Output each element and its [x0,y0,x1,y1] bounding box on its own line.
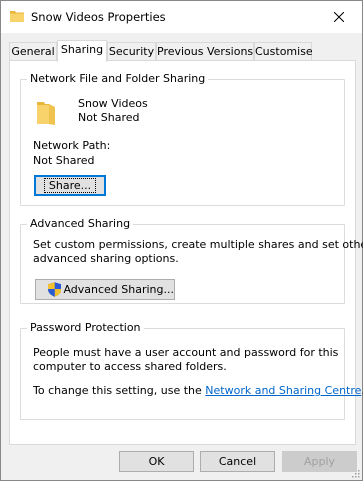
ok-button[interactable]: OK [119,451,194,472]
share-button-label: Share... [43,178,97,193]
group-label: Advanced Sharing [27,217,134,230]
advanced-description-2: advanced sharing options. [33,252,179,265]
advanced-sharing-label: Advanced Sharing... [63,283,174,296]
cancel-label: Cancel [218,455,257,468]
tab-label: Previous Versions [157,45,254,58]
change-setting-text: To change this setting, use the Network … [33,384,363,397]
window-title: Snow Videos Properties [31,10,166,24]
tab-sharing[interactable]: Sharing [57,40,107,62]
properties-dialog: Snow Videos Properties General Sharing S… [0,0,363,481]
title-bar[interactable]: Snow Videos Properties [1,1,362,33]
share-button[interactable]: Share... [34,175,106,196]
advanced-sharing-button[interactable]: Advanced Sharing... [35,279,175,300]
advanced-description-1: Set custom permissions, create multiple … [33,238,363,251]
shield-icon [48,282,62,297]
folder-icon [37,102,55,125]
network-sharing-centre-link[interactable]: Network and Sharing Centre [205,384,361,397]
advanced-sharing-group: Advanced Sharing Set custom permissions,… [20,217,363,304]
tab-strip: General Sharing Security Previous Versio… [9,40,354,62]
cancel-button[interactable]: Cancel [200,451,275,472]
ok-label: OK [148,455,165,468]
tab-customise[interactable]: Customise [254,42,313,61]
tab-general[interactable]: General [9,42,57,61]
tab-label: Sharing [60,43,104,56]
close-icon [334,12,344,22]
apply-label: Apply [303,455,336,468]
apply-button[interactable]: Apply [282,451,357,472]
password-text-1: People must have a user account and pass… [33,346,339,359]
group-label: Password Protection [27,321,144,334]
network-sharing-group: Network File and Folder Sharing Snow Vid… [20,72,345,206]
resize-grip-icon[interactable] [350,468,360,478]
network-path-label: Network Path: [33,139,111,152]
tab-label: General [11,45,55,58]
folder-icon [10,11,24,22]
network-path-value: Not Shared [33,154,95,167]
change-prefix: To change this setting, use the [33,384,206,397]
folder-name: Snow Videos [78,97,148,110]
tab-security[interactable]: Security [107,42,156,61]
close-button[interactable] [316,1,362,33]
tab-label: Security [108,45,155,58]
group-label: Network File and Folder Sharing [27,72,209,85]
password-protection-group: Password Protection People must have a u… [20,321,363,420]
sharing-panel: Network File and Folder Sharing Snow Vid… [9,60,363,445]
password-text-2: computer to access shared folders. [33,360,227,373]
folder-status: Not Shared [78,111,140,124]
tab-previous-versions[interactable]: Previous Versions [156,42,254,61]
tab-label: Customise [255,45,313,58]
